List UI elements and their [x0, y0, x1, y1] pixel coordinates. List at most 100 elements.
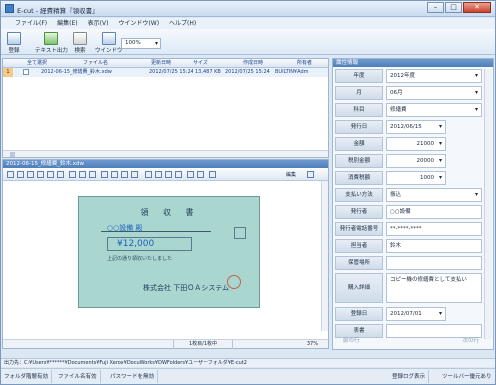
status-toolbar[interactable]: ツールバー優元あり [439, 370, 495, 383]
property-value[interactable]: 1000 [386, 171, 446, 185]
property-value[interactable]: 修繕費 [386, 103, 482, 117]
col-filename[interactable]: ファイル名 [83, 59, 143, 68]
close-button[interactable]: ✕ [463, 2, 491, 13]
row-checkbox[interactable] [23, 69, 29, 75]
row-size: 13,487 KB [195, 69, 221, 75]
col-updated[interactable]: 更新日時 [151, 59, 187, 68]
property-value[interactable]: 21000 [386, 137, 446, 151]
property-row: 発行者 ○○設備 [335, 205, 483, 219]
property-row: 科目 修繕費 [335, 103, 483, 117]
receipt-note: 上記の通り領収いたしました [107, 256, 173, 262]
property-value[interactable]: **-****-**** [386, 222, 482, 236]
file-list-pane: 全て選択 ファイル名 更新日時 サイズ 作成日時 所有者 1 2012-06-1… [2, 58, 329, 158]
fit-page-icon[interactable] [175, 171, 182, 178]
viewer-status: 1枚目/1枚中 37% [3, 339, 328, 349]
col-select-all[interactable]: 全て選択 [27, 59, 57, 68]
status-register-log[interactable]: 登録ログ表示 [389, 370, 430, 383]
col-created[interactable]: 作成日時 [243, 59, 279, 68]
property-value[interactable]: 20000 [386, 154, 446, 168]
table-row[interactable]: 1 2012-06-15_修繕費_鈴木.xdw 2012/07/25 15:24… [3, 68, 328, 77]
copy-icon[interactable] [27, 171, 34, 178]
text-export-button[interactable]: テキスト出力 [35, 32, 68, 54]
receipt-image: 領 収 書 ○○設備 殿 ¥12,000 上記の通り領収いたしました 株式会社 … [78, 196, 260, 308]
menu-view[interactable]: 表示(V) [88, 18, 109, 29]
prev-page-icon[interactable] [111, 171, 118, 178]
property-value[interactable]: 2012/07/01 [386, 307, 446, 321]
fit-width-icon[interactable] [165, 171, 172, 178]
document-viewer: 2012-06-15_修繕費_鈴木.xdw 編集 領 収 書 ○○設備 殿 ¥1… [2, 159, 329, 349]
annotation-icon[interactable] [187, 171, 194, 178]
toolbar: 登録 テキスト出力 検索 ウインドウ 100% [1, 29, 495, 55]
register-icon [7, 32, 21, 45]
stamp-icon[interactable] [197, 171, 204, 178]
last-page-icon[interactable] [131, 171, 138, 178]
col-size[interactable]: サイズ [193, 59, 221, 68]
property-value[interactable]: 2012/06/15 [386, 120, 446, 134]
col-owner[interactable]: 所有者 [297, 59, 327, 68]
hand-icon[interactable] [79, 171, 86, 178]
menu-file[interactable]: ファイル(F) [15, 18, 47, 29]
settings-icon[interactable] [209, 171, 216, 178]
status-password[interactable]: パスワードを無効 [107, 370, 159, 383]
property-row: 購入詳細 コピー機の修繕費として支払い [335, 273, 483, 303]
app-icon [5, 4, 14, 13]
viewer-title: 2012-06-15_修繕費_鈴木.xdw [3, 160, 328, 168]
window-button[interactable]: ウインドウ [95, 32, 123, 54]
next-page-icon[interactable] [121, 171, 128, 178]
pointer-icon[interactable] [89, 171, 96, 178]
menu-help[interactable]: ヘルプ(H) [169, 18, 196, 29]
revenue-stamp [234, 227, 246, 239]
minimize-button[interactable]: – [427, 2, 444, 13]
menu-edit[interactable]: 編集(E) [57, 18, 77, 29]
property-label: 保管場所 [335, 256, 383, 270]
menu-window[interactable]: ウインドウ(W) [118, 18, 159, 29]
property-label: 購入詳細 [335, 273, 383, 303]
search-button[interactable]: 検索 [73, 32, 87, 54]
property-value[interactable]: 06月 [386, 86, 482, 100]
status-bar: フォルダ階層有効 ファイル名有効 パスワードを無効 登録ログ表示 ツールバー優元… [1, 368, 495, 384]
register-button[interactable]: 登録 [7, 32, 21, 54]
property-value[interactable] [386, 256, 482, 270]
row-navigation: 前の行 次の行 [335, 336, 485, 346]
row-number: 1 [3, 68, 13, 77]
help-icon[interactable] [307, 171, 314, 178]
status-filename[interactable]: ファイル名有効 [55, 370, 101, 383]
property-value[interactable]: ○○設備 [386, 205, 482, 219]
property-scrollbar[interactable] [484, 69, 492, 339]
maximize-button[interactable]: □ [445, 2, 462, 13]
property-row: 支払い方法 振込 [335, 188, 483, 202]
zoom-in-icon[interactable] [145, 171, 152, 178]
next-row-button[interactable]: 次の行 [462, 336, 479, 346]
viewer-toolbar: 編集 [3, 169, 328, 181]
print-icon[interactable] [17, 171, 24, 178]
zoom-out-icon[interactable] [155, 171, 162, 178]
row-updated: 2012/07/25 15:24 [149, 69, 193, 75]
text-export-icon [44, 32, 59, 45]
save-icon[interactable] [7, 171, 14, 178]
rotate-icon[interactable] [47, 171, 54, 178]
zoom-select[interactable]: 100% [121, 38, 161, 49]
list-hscrollbar[interactable] [3, 150, 328, 157]
paste-icon[interactable] [37, 171, 44, 178]
page-indicator: 1枚目/1枚中 [173, 340, 233, 349]
menu-bar: ファイル(F) 編集(E) 表示(V) ウインドウ(W) ヘルプ(H) [1, 18, 495, 29]
property-label: 年度 [335, 69, 383, 83]
property-row: 発行者電話番号 **-****-**** [335, 222, 483, 236]
property-value[interactable]: 振込 [386, 188, 482, 202]
property-label: 登録日 [335, 307, 383, 321]
property-label: 担当者 [335, 239, 383, 253]
document-canvas[interactable]: 領 収 書 ○○設備 殿 ¥12,000 上記の通り領収いたしました 株式会社 … [3, 181, 328, 331]
rotate-right-icon[interactable] [57, 171, 64, 178]
app-window: E-cut - 経費精算『領収書』 – □ ✕ ファイル(F) 編集(E) 表示… [0, 0, 496, 385]
status-folder-hierarchy[interactable]: フォルダ階層有効 [1, 370, 53, 383]
property-label: 月 [335, 86, 383, 100]
property-value[interactable]: コピー機の修繕費として支払い [386, 273, 482, 303]
prev-row-button[interactable]: 前の行 [343, 336, 360, 346]
receipt-amount: ¥12,000 [117, 239, 155, 249]
select-icon[interactable] [69, 171, 76, 178]
property-value[interactable]: 鈴木 [386, 239, 482, 253]
property-value[interactable]: 2012年度 [386, 69, 482, 83]
viewer-vscrollbar[interactable] [321, 181, 328, 331]
edit-button[interactable]: 編集 [286, 171, 296, 178]
first-page-icon[interactable] [101, 171, 108, 178]
